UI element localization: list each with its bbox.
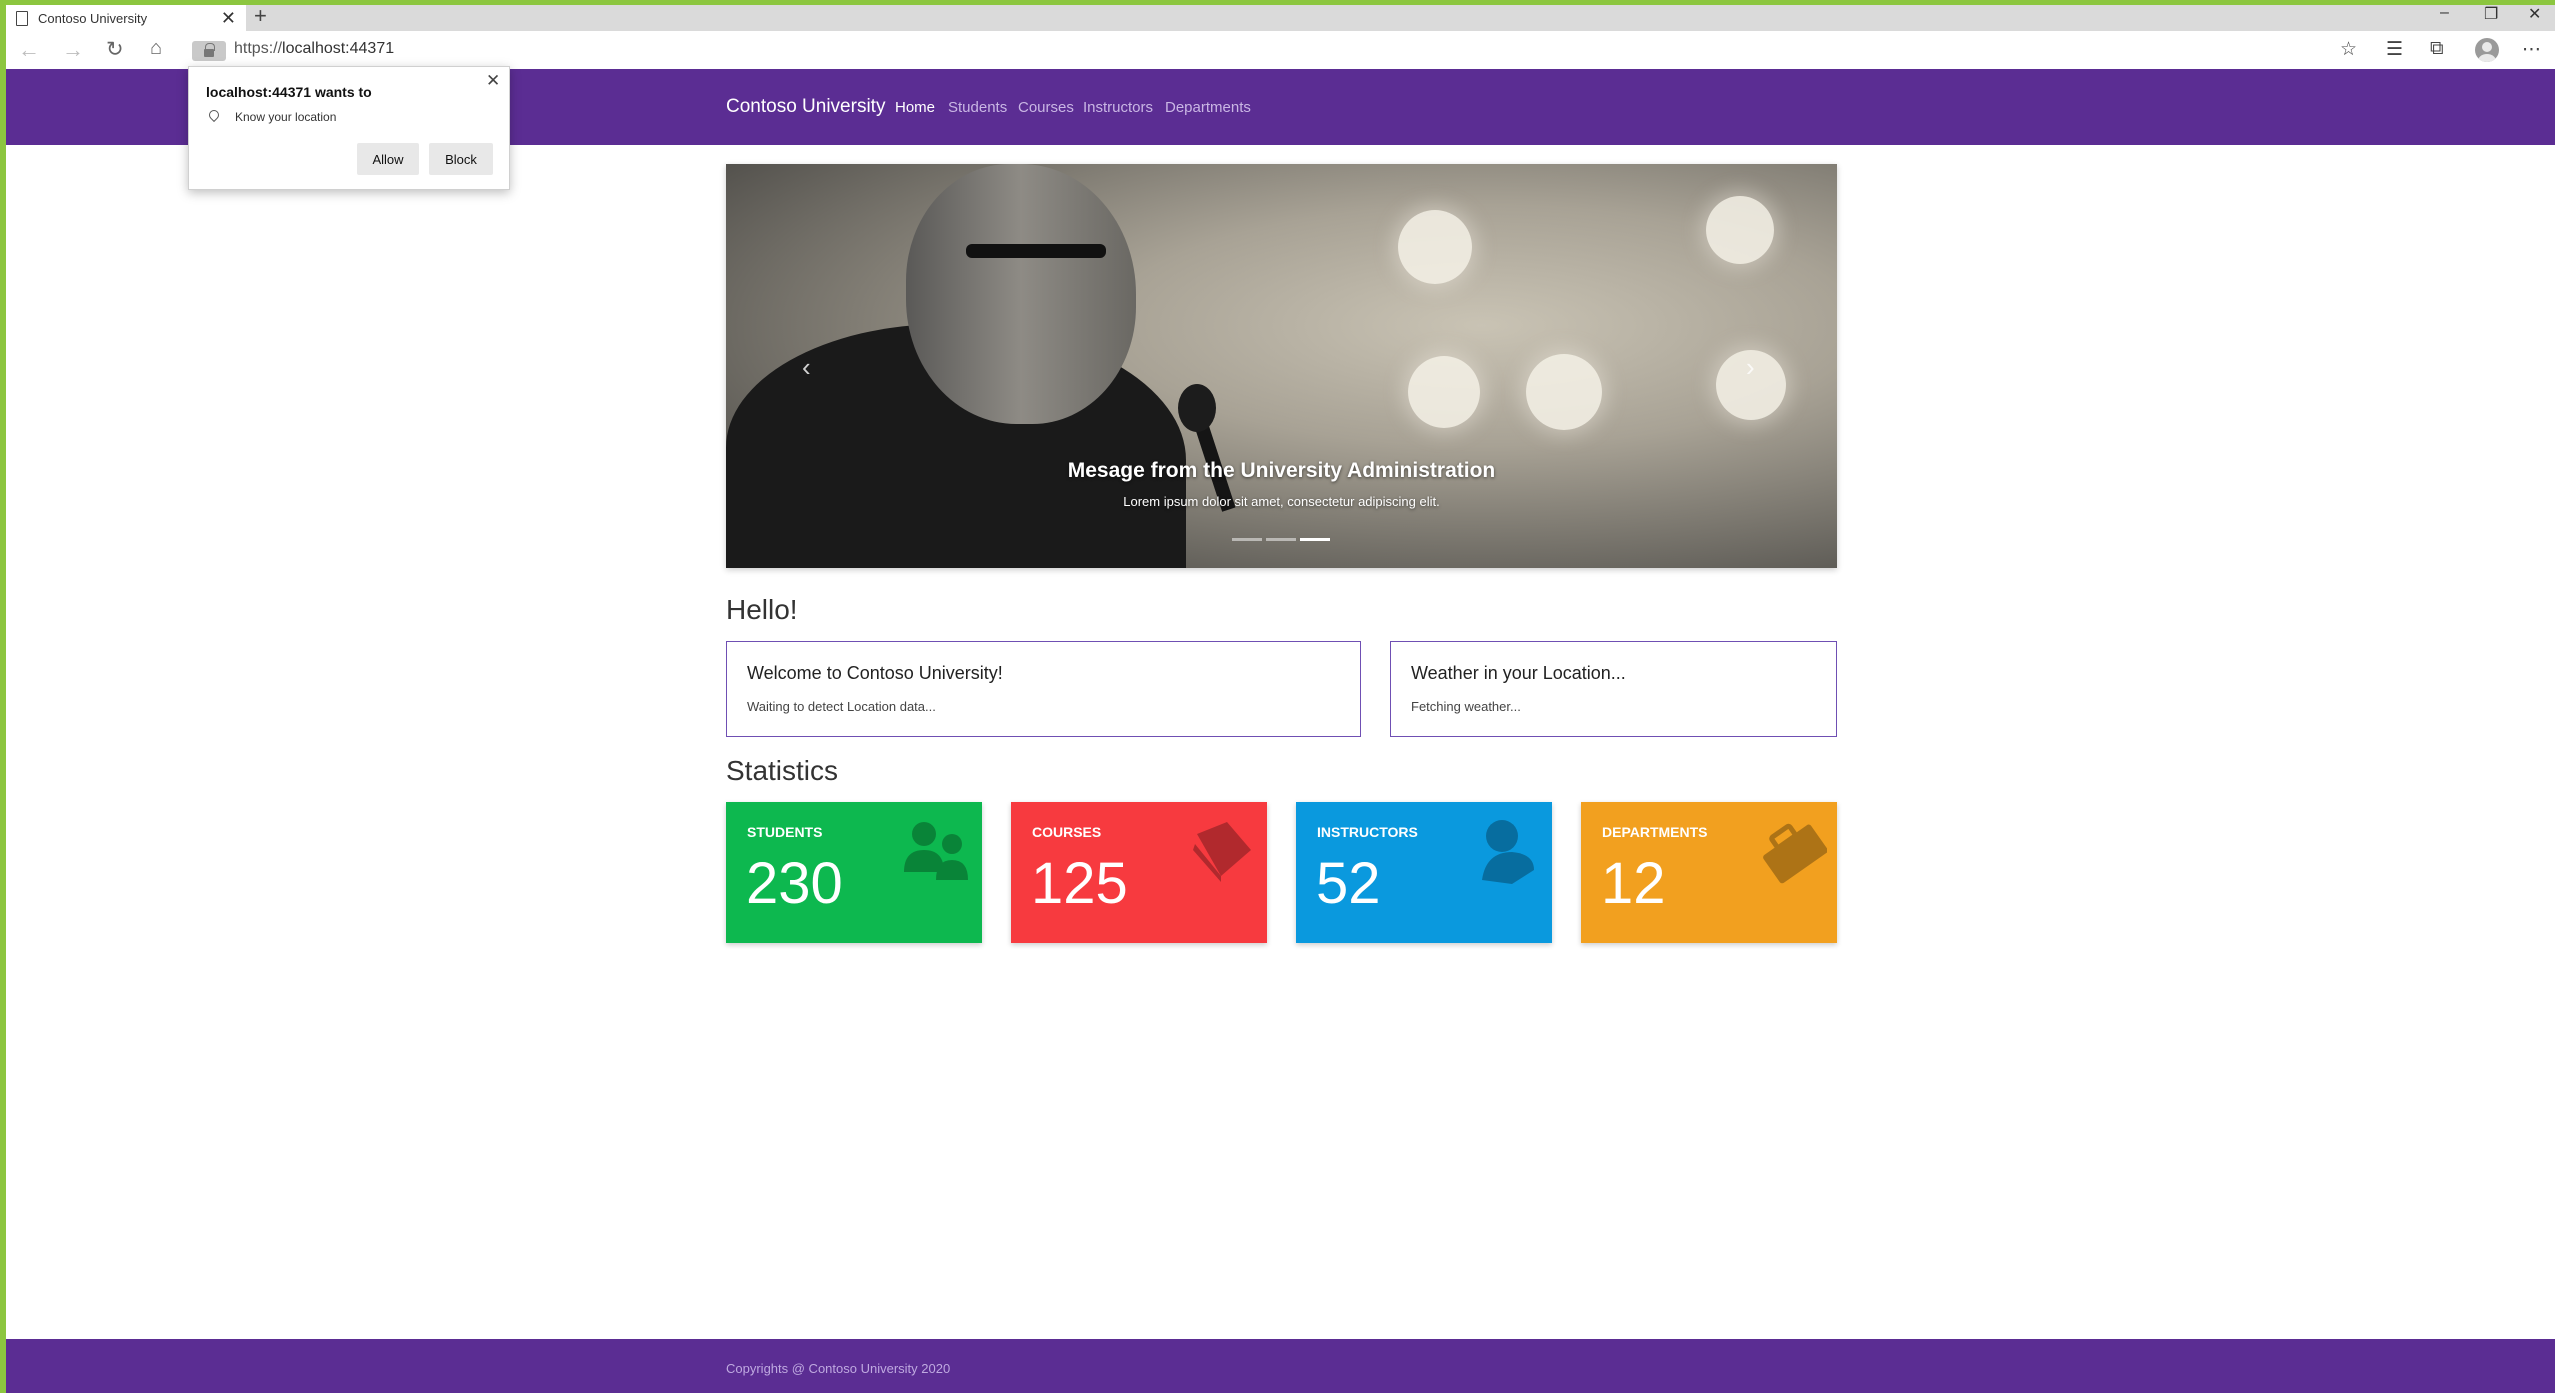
stat-tile-instructors[interactable]: INSTRUCTORS 52 xyxy=(1296,802,1552,943)
welcome-card: Welcome to Contoso University! Waiting t… xyxy=(726,641,1361,737)
url-host: localhost:44371 xyxy=(282,40,395,57)
allow-button[interactable]: Allow xyxy=(357,143,419,175)
user-icon xyxy=(1482,820,1534,884)
stat-tile-students[interactable]: STUDENTS 230 xyxy=(726,802,982,943)
carousel-indicator[interactable] xyxy=(1266,538,1296,541)
profile-avatar-icon[interactable] xyxy=(2475,38,2499,62)
carousel-prev-icon[interactable]: ‹ xyxy=(802,352,811,383)
popup-title: localhost:44371 wants to xyxy=(206,84,372,100)
carousel-caption-title: Mesage from the University Administratio… xyxy=(1067,459,1496,482)
bokeh-light xyxy=(1526,354,1602,430)
refresh-icon[interactable]: ↻ xyxy=(106,37,124,62)
stat-value: 125 xyxy=(1031,851,1128,916)
carousel-next-icon[interactable]: › xyxy=(1746,352,1755,383)
weather-card: Weather in your Location... Fetching wea… xyxy=(1390,641,1837,737)
close-window-button[interactable]: ✕ xyxy=(2528,4,2541,24)
speaker-glasses xyxy=(966,244,1106,258)
page-icon xyxy=(16,10,28,26)
site-footer: Copyrights @ Contoso University 2020 xyxy=(0,1339,2555,1393)
welcome-title: Welcome to Contoso University! xyxy=(747,663,1003,683)
back-arrow-icon[interactable]: ← xyxy=(18,37,40,63)
weather-text: Fetching weather... xyxy=(1411,699,1521,714)
stat-label: DEPARTMENTS xyxy=(1602,824,1708,840)
stat-label: COURSES xyxy=(1032,824,1102,840)
bokeh-light xyxy=(1408,356,1480,428)
url-field[interactable]: https://localhost:44371 xyxy=(234,40,394,58)
speaker-head xyxy=(906,164,1136,424)
hero-carousel: ‹ › Mesage from the University Administr… xyxy=(726,164,1837,568)
stat-value: 52 xyxy=(1316,851,1381,916)
minimize-button[interactable]: – xyxy=(2440,4,2449,22)
nav-home[interactable]: Home xyxy=(895,99,935,116)
stat-value: 230 xyxy=(746,851,843,916)
bokeh-light xyxy=(1706,196,1774,264)
bokeh-light xyxy=(1398,210,1472,284)
stat-tile-courses[interactable]: COURSES 125 xyxy=(1011,802,1267,943)
stat-label: STUDENTS xyxy=(747,824,823,840)
browser-tab[interactable]: Contoso University ✕ xyxy=(6,5,246,31)
favorites-list-icon[interactable]: ☰ xyxy=(2386,38,2403,61)
nav-instructors[interactable]: Instructors xyxy=(1083,99,1153,116)
nav-students[interactable]: Students xyxy=(948,99,1007,116)
stat-value: 12 xyxy=(1601,851,1666,916)
location-permission-popup: localhost:44371 wants to ✕ Know your loc… xyxy=(188,66,510,190)
new-tab-button[interactable]: + xyxy=(254,3,267,29)
browser-tabstrip: Contoso University ✕ + – ❐ ✕ xyxy=(0,0,2555,31)
favorite-star-icon[interactable]: ☆ xyxy=(2340,38,2357,61)
briefcase-icon xyxy=(1763,823,1827,884)
welcome-text: Waiting to detect Location data... xyxy=(747,699,936,714)
carousel-indicator-active[interactable] xyxy=(1300,538,1330,541)
brand-link[interactable]: Contoso University xyxy=(726,96,885,118)
tab-title: Contoso University xyxy=(38,10,148,26)
users-icon xyxy=(904,822,968,880)
permission-request-text: Know your location xyxy=(235,110,337,124)
collections-icon[interactable]: ⧉ xyxy=(2430,38,2444,60)
block-button[interactable]: Block xyxy=(429,143,493,175)
location-pin-icon xyxy=(206,107,222,123)
home-icon[interactable]: ⌂ xyxy=(150,37,162,60)
hello-heading: Hello! xyxy=(726,594,798,625)
nav-courses[interactable]: Courses xyxy=(1018,99,1074,116)
stat-tile-departments[interactable]: DEPARTMENTS 12 xyxy=(1581,802,1837,943)
lock-icon[interactable] xyxy=(192,41,226,61)
tab-close-icon[interactable]: ✕ xyxy=(221,9,236,27)
microphone xyxy=(1178,384,1216,432)
nav-departments[interactable]: Departments xyxy=(1165,99,1251,116)
weather-title: Weather in your Location... xyxy=(1411,663,1626,683)
address-bar: ← → ↻ ⌂ https://localhost:44371 ☆ ☰ ⧉ ⋯ xyxy=(0,31,2555,69)
restore-button[interactable]: ❐ xyxy=(2484,4,2498,24)
book-icon xyxy=(1193,822,1251,882)
footer-copyright: Copyrights @ Contoso University 2020 xyxy=(726,1361,951,1376)
url-scheme: https:// xyxy=(234,40,283,57)
forward-arrow-icon[interactable]: → xyxy=(62,37,84,63)
carousel-caption-text: Lorem ipsum dolor sit amet, consectetur … xyxy=(1123,494,1440,509)
more-options-icon[interactable]: ⋯ xyxy=(2522,38,2541,61)
carousel-indicator[interactable] xyxy=(1232,538,1262,541)
stat-label: INSTRUCTORS xyxy=(1317,824,1418,840)
popup-close-icon[interactable]: ✕ xyxy=(486,71,500,91)
statistics-heading: Statistics xyxy=(726,755,839,786)
